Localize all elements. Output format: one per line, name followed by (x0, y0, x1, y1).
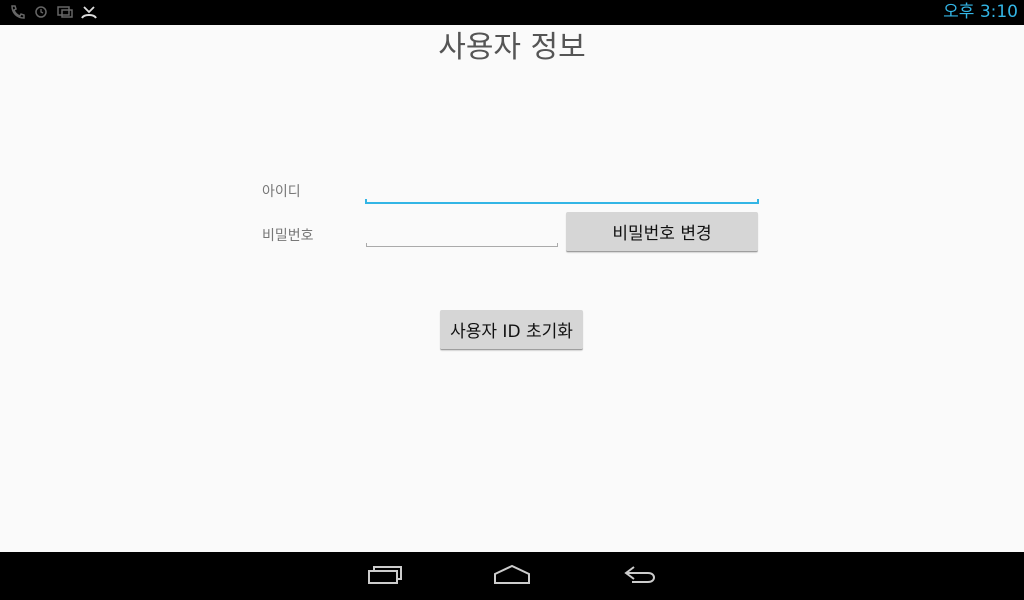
missed-call-icon (80, 4, 98, 20)
home-button[interactable] (488, 562, 536, 590)
password-label: 비밀번호 (262, 228, 314, 244)
id-input-underline-tick (757, 199, 759, 204)
password-input-underline-tick (366, 243, 367, 247)
password-input[interactable] (366, 220, 558, 247)
screen-icon (56, 4, 74, 20)
id-input[interactable] (365, 176, 759, 204)
home-icon (493, 563, 531, 589)
back-icon (622, 563, 658, 589)
notification-icons (8, 4, 98, 20)
page-title: 사용자 정보 (438, 30, 586, 65)
password-input-underline-tick (557, 243, 558, 247)
recent-apps-icon (367, 563, 403, 589)
phone-icon (8, 4, 26, 20)
reset-user-id-button[interactable]: 사용자 ID 초기화 (440, 310, 583, 350)
id-input-underline-tick (365, 199, 367, 204)
sync-icon (32, 4, 50, 20)
recent-apps-button[interactable] (361, 562, 409, 590)
change-password-button[interactable]: 비밀번호 변경 (566, 212, 758, 252)
back-button[interactable] (616, 562, 664, 590)
id-label: 아이디 (262, 184, 301, 200)
clock: 오후 3:10 (943, 2, 1018, 22)
navigation-bar (0, 552, 1024, 600)
status-bar: 오후 3:10 (0, 0, 1024, 25)
